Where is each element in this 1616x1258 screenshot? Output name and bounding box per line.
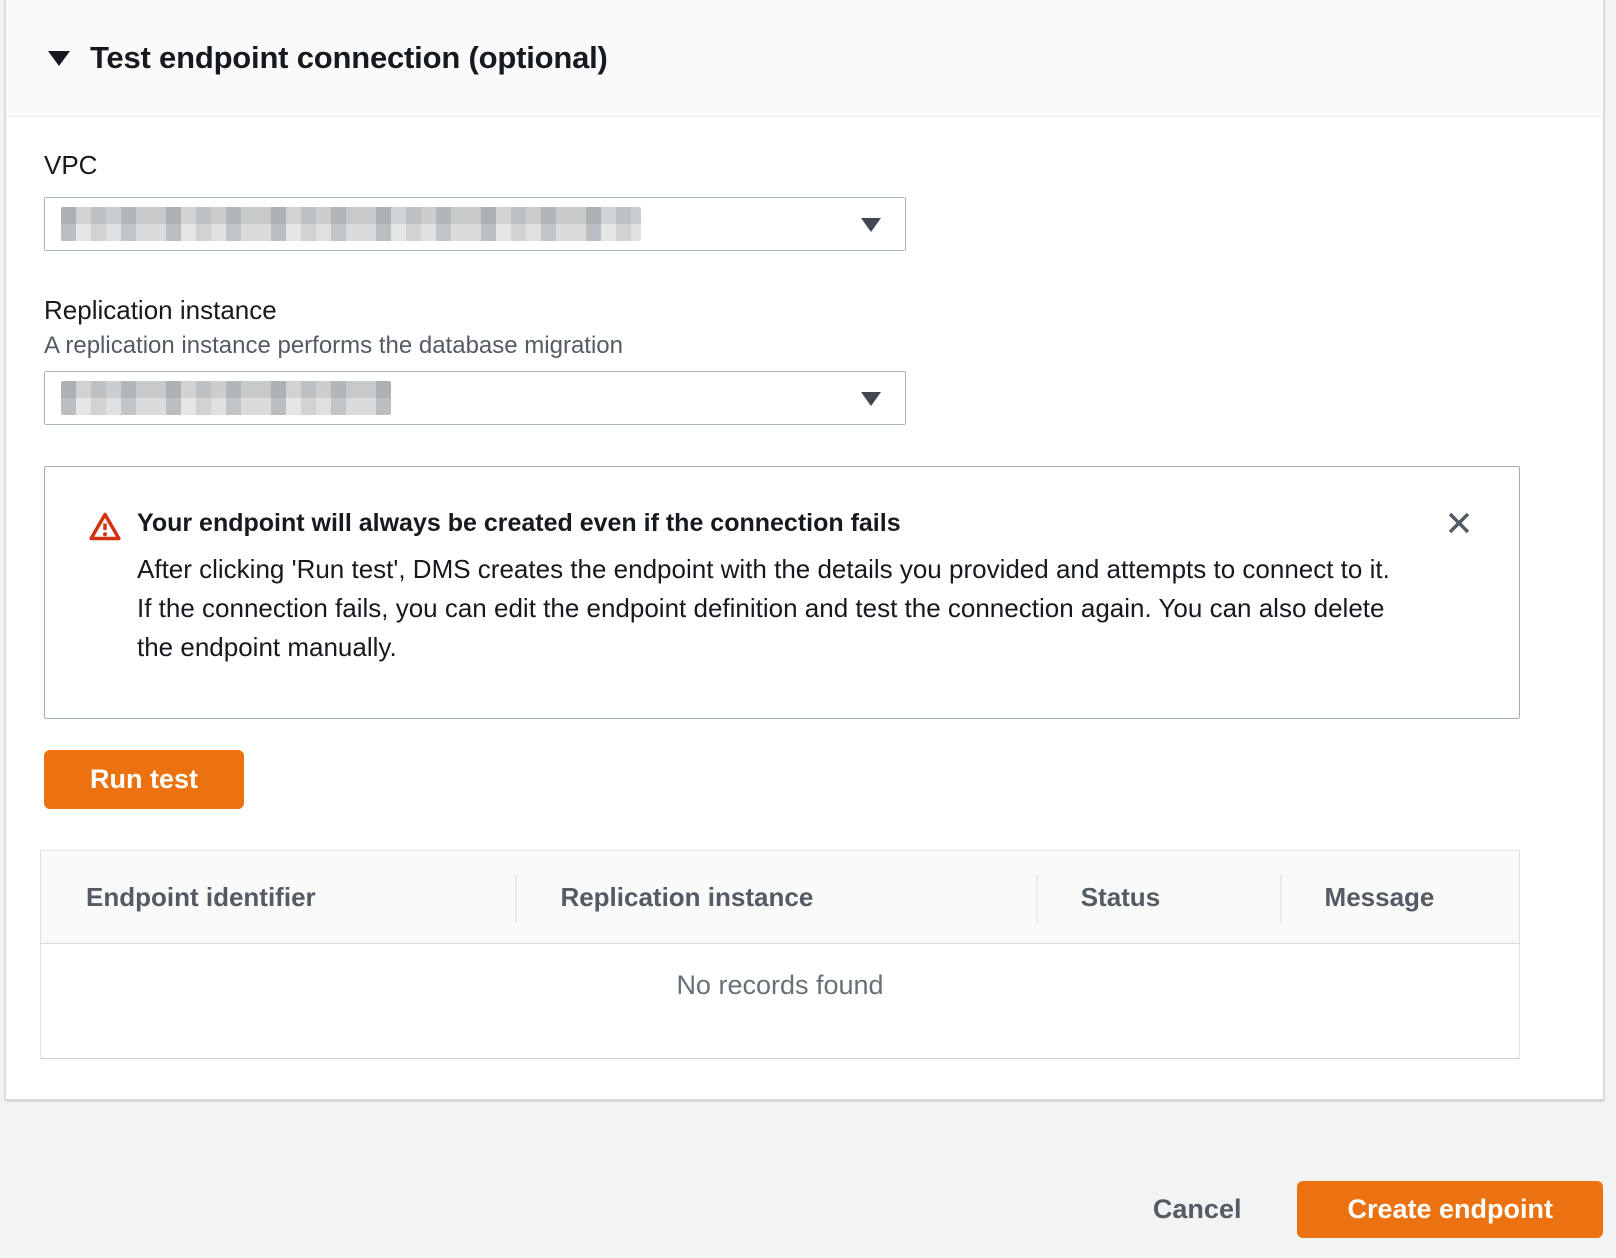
run-test-button[interactable]: Run test [44, 750, 244, 809]
column-header-message: Message [1280, 851, 1519, 943]
warning-triangle-icon [89, 511, 121, 718]
table-body: No records found [41, 944, 1519, 1001]
create-endpoint-button[interactable]: Create endpoint [1297, 1181, 1603, 1238]
vpc-label: VPC [44, 150, 97, 181]
replication-instance-label: Replication instance [44, 295, 277, 326]
page: Test endpoint connection (optional) VPC … [0, 0, 1616, 1258]
warning-title: Your endpoint will always be created eve… [137, 509, 1399, 538]
warning-alert: Your endpoint will always be created eve… [44, 466, 1520, 719]
section-header[interactable]: Test endpoint connection (optional) [6, 0, 1603, 117]
footer-actions: Cancel Create endpoint [1153, 1181, 1603, 1238]
replication-instance-select[interactable] [44, 371, 906, 425]
results-table: Endpoint identifier Replication instance… [40, 850, 1520, 1059]
section-title: Test endpoint connection (optional) [90, 40, 608, 76]
vpc-select[interactable] [44, 197, 906, 251]
dropdown-caret-icon [861, 392, 881, 406]
close-icon[interactable] [1443, 507, 1475, 539]
collapse-triangle-icon[interactable] [48, 51, 70, 66]
warning-text: Your endpoint will always be created eve… [137, 509, 1399, 718]
replication-instance-description: A replication instance performs the data… [44, 332, 623, 360]
cancel-button[interactable]: Cancel [1153, 1194, 1242, 1225]
table-header-row: Endpoint identifier Replication instance… [41, 851, 1519, 944]
column-header-endpoint-identifier: Endpoint identifier [41, 851, 515, 943]
column-header-replication-instance: Replication instance [515, 851, 1035, 943]
warning-body: After clicking 'Run test', DMS creates t… [137, 550, 1399, 667]
dropdown-caret-icon [861, 218, 881, 232]
vpc-redacted-value [61, 207, 641, 241]
empty-state-message: No records found [41, 970, 1519, 1001]
column-header-status: Status [1036, 851, 1280, 943]
replication-instance-redacted-value [61, 381, 391, 415]
